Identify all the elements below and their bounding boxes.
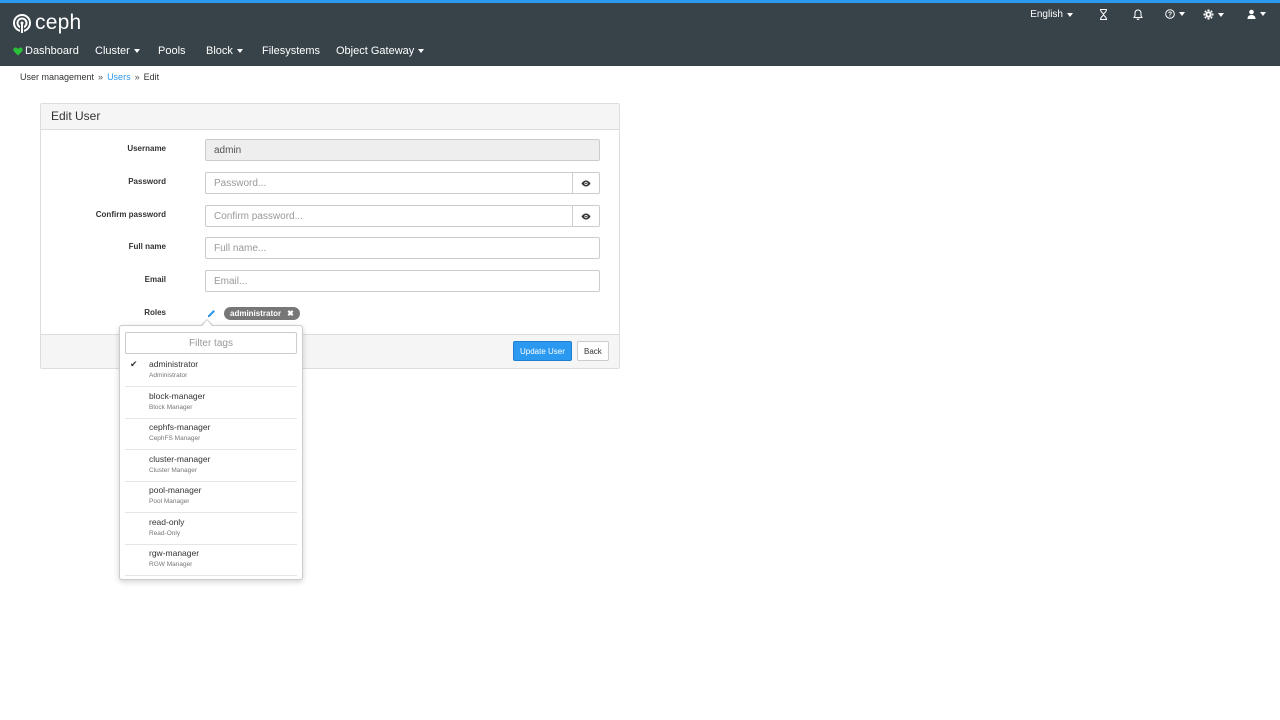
- settings-menu[interactable]: [1203, 9, 1224, 20]
- help-menu[interactable]: ?: [1165, 9, 1185, 19]
- nav-cluster[interactable]: Cluster: [95, 45, 140, 57]
- show-confirm-password-button[interactable]: [573, 205, 600, 227]
- role-tag-label: administrator: [230, 309, 282, 318]
- role-option-cluster-manager[interactable]: cluster-manager Cluster Manager: [125, 451, 297, 482]
- role-option-description: Pool Manager: [149, 498, 190, 505]
- gear-icon: [1203, 9, 1214, 20]
- breadcrumb-separator-icon: »: [98, 72, 104, 82]
- role-option-name: read-only: [149, 516, 185, 527]
- role-option-administrator[interactable]: ✔ administrator Administrator: [125, 356, 297, 387]
- help-icon: ?: [1165, 9, 1175, 19]
- full-name-field[interactable]: [205, 237, 600, 259]
- role-option-read-only[interactable]: read-only Read-Only: [125, 514, 297, 545]
- confirm-password-field[interactable]: [205, 205, 573, 227]
- role-option-description: Cluster Manager: [149, 466, 198, 474]
- user-menu[interactable]: [1247, 9, 1266, 19]
- nav-filesystems[interactable]: Filesystems: [262, 45, 320, 57]
- role-option-description: RGW Manager: [149, 561, 193, 568]
- nav-block-label: Block: [206, 45, 233, 57]
- bell-icon[interactable]: [1133, 9, 1143, 20]
- nav-dashboard[interactable]: Dashboard: [13, 45, 79, 57]
- email-field[interactable]: [205, 270, 600, 292]
- email-label: Email: [144, 275, 166, 284]
- ceph-logo[interactable]: ceph: [12, 11, 81, 35]
- nav-filesystems-label: Filesystems: [262, 45, 321, 57]
- role-option-block-manager[interactable]: block-manager Block Manager: [125, 388, 297, 419]
- nav-cluster-label: Cluster: [95, 45, 130, 57]
- update-user-button[interactable]: Update User: [513, 341, 572, 361]
- breadcrumb-separator-icon: »: [134, 72, 140, 82]
- password-label: Password: [128, 177, 166, 186]
- role-option-name: cephfs-manager: [149, 422, 211, 432]
- role-option-name: rgw-manager: [149, 548, 200, 558]
- username-field[interactable]: [205, 139, 600, 161]
- user-icon: [1247, 9, 1256, 19]
- role-option-cephfs-manager[interactable]: cephfs-manager CephFS Manager: [125, 419, 297, 450]
- nav-object-gateway[interactable]: Object Gateway: [336, 45, 425, 57]
- pencil-icon: [208, 310, 215, 317]
- main-nav: Dashboard Cluster Pools Block Filesystem…: [0, 41, 1280, 67]
- eye-icon: [581, 213, 591, 219]
- roles-dropdown: ✔ administrator Administrator block-manager…: [119, 325, 303, 580]
- nav-object-gateway-label: Object Gateway: [336, 45, 415, 57]
- ceph-logo-icon: [13, 14, 31, 33]
- heart-icon: [13, 47, 23, 55]
- role-tag-administrator: administrator ✖: [224, 307, 300, 320]
- remove-tag-icon[interactable]: ✖: [287, 309, 294, 318]
- breadcrumb-users-link[interactable]: Users: [107, 72, 131, 82]
- language-label: English: [1030, 9, 1063, 20]
- role-option-description: Block Manager: [149, 403, 193, 411]
- role-option-name: cluster-manager: [149, 453, 211, 464]
- nav-pools[interactable]: Pools: [158, 45, 186, 57]
- password-field[interactable]: [205, 172, 573, 194]
- top-navbar: ceph English ? Dashboard Cluster Pools B…: [0, 0, 1280, 66]
- nav-dashboard-label: Dashboard: [25, 45, 79, 57]
- breadcrumb-current: Edit: [143, 72, 160, 82]
- role-option-description: Read-Only: [149, 529, 181, 537]
- language-selector[interactable]: English: [1030, 9, 1073, 20]
- eye-icon: [581, 180, 591, 186]
- role-option-name: administrator: [149, 359, 199, 369]
- role-option-name: pool-manager: [149, 485, 202, 495]
- back-button[interactable]: Back: [577, 341, 609, 361]
- role-option-description: Administrator: [149, 372, 188, 379]
- dropdown-arrow-inner: [202, 320, 212, 326]
- nav-pools-label: Pools: [158, 45, 186, 57]
- hourglass-icon[interactable]: [1099, 9, 1108, 20]
- check-icon: ✔: [130, 359, 138, 369]
- breadcrumb: User management » Users » Edit: [20, 72, 159, 82]
- brand-name: ceph: [35, 11, 82, 34]
- chevron-down-icon: [236, 49, 243, 53]
- full-name-label: Full name: [128, 242, 166, 251]
- show-password-button[interactable]: [573, 172, 600, 194]
- breadcrumb-root: User management: [20, 72, 95, 82]
- roles-label: Roles: [144, 308, 166, 317]
- panel-title: Edit User: [41, 104, 619, 130]
- username-label: Username: [127, 144, 166, 153]
- role-option-rgw-manager[interactable]: rgw-manager RGW Manager: [125, 545, 297, 576]
- filter-tags-input[interactable]: [125, 332, 297, 354]
- role-option-description: CephFS Manager: [149, 435, 201, 442]
- chevron-down-icon: [133, 49, 140, 53]
- role-option-name: block-manager: [149, 390, 206, 401]
- role-option-pool-manager[interactable]: pool-manager Pool Manager: [125, 482, 297, 513]
- chevron-down-icon: [418, 49, 425, 53]
- confirm-password-label: Confirm password: [95, 210, 166, 219]
- nav-block[interactable]: Block: [206, 45, 243, 57]
- svg-text:?: ?: [1168, 12, 1172, 19]
